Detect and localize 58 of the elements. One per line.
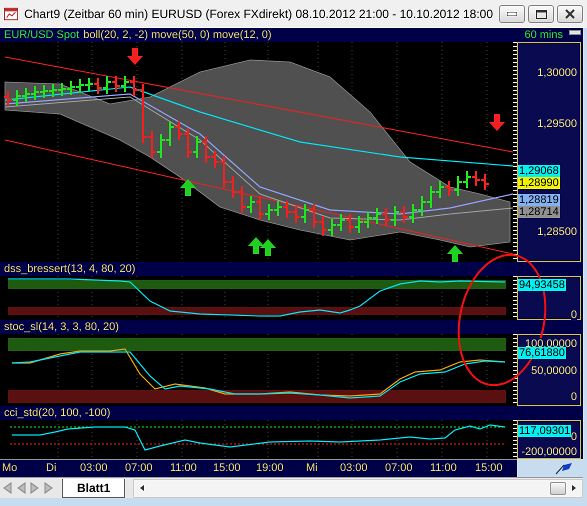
value-badge: 94,93458 (518, 279, 566, 291)
up-arrow-icon (180, 179, 196, 196)
indicator-label: stoc_sl(14, 3, 3, 80, 20) (4, 321, 119, 333)
axis-label: -200,00000 (521, 446, 577, 458)
panel-button[interactable] (569, 30, 581, 35)
time-label: 15:00 (213, 462, 241, 474)
time-label: 03:00 (80, 462, 108, 474)
scroll-thumb[interactable] (550, 482, 566, 494)
minimize-icon (507, 12, 517, 16)
up-arrow-icon (447, 245, 463, 262)
left-triangle-icon (2, 482, 12, 494)
time-label: 07:00 (125, 462, 153, 474)
instrument-label: EUR/USD Spot (4, 29, 80, 41)
indicator-label: cci_std(20, 100, -100) (4, 407, 110, 419)
axis-label: 1,28500 (537, 226, 577, 238)
interval-label: 60 mins (524, 29, 563, 41)
value-badge: 1,28819 (518, 194, 560, 206)
time-label: 15:00 (475, 462, 503, 474)
value-badge: 1,28990 (518, 177, 560, 189)
time-label: 11:00 (430, 462, 457, 474)
axis-label: 1,29500 (537, 118, 577, 130)
window-title: Chart9 (Zeitbar 60 min) EURUSD (Forex FXdirekt) 08.10.2012 21:00 - 10.10.2012 18:00 (24, 7, 493, 21)
horizontal-scrollbar[interactable] (133, 478, 583, 498)
left-arrow-icon (138, 484, 146, 492)
value-badge: 1,28714 (518, 206, 560, 218)
time-label: 19:00 (256, 462, 284, 474)
restore-icon (536, 10, 546, 18)
right-arrow-icon (570, 484, 578, 492)
value-badge: 76,61880 (518, 347, 566, 359)
time-label: Mo (2, 462, 18, 474)
axis-label: 0 (570, 391, 577, 403)
axis-label: 1,30000 (537, 67, 577, 79)
time-label: 11:00 (170, 462, 197, 474)
axis-label: 50,00000 (531, 365, 577, 377)
indicator-label: dss_bressert(13, 4, 80, 20) (4, 263, 136, 275)
time-label: Mi (306, 462, 318, 474)
up-arrow-icon (260, 239, 276, 256)
down-arrow-icon (127, 48, 143, 65)
chart-app-icon (4, 7, 18, 21)
minimize-button[interactable] (499, 5, 525, 23)
up-arrow-icon (248, 237, 264, 254)
close-button[interactable] (557, 5, 583, 23)
down-arrow-icon (489, 114, 505, 131)
close-icon (565, 9, 575, 19)
value-badge: 117,09301 (518, 425, 572, 437)
right-triangle-icon (30, 482, 40, 494)
axis-label: 0 (570, 431, 577, 443)
axis-label: 0 (570, 309, 577, 321)
time-label: 07:00 (385, 462, 413, 474)
left-triangle-icon (16, 482, 26, 494)
indicator-label: boll(20, 2, -2) move(50, 0) move(12, 0) (83, 29, 272, 41)
time-label: 03:00 (340, 462, 368, 474)
maximize-button[interactable] (528, 5, 554, 23)
time-label: Di (46, 462, 56, 474)
value-badge: 1,29068 (518, 165, 560, 177)
flag-icon[interactable] (555, 462, 573, 475)
sheet-tab[interactable]: Blatt1 (62, 478, 126, 498)
right-triangle-icon (44, 482, 54, 494)
